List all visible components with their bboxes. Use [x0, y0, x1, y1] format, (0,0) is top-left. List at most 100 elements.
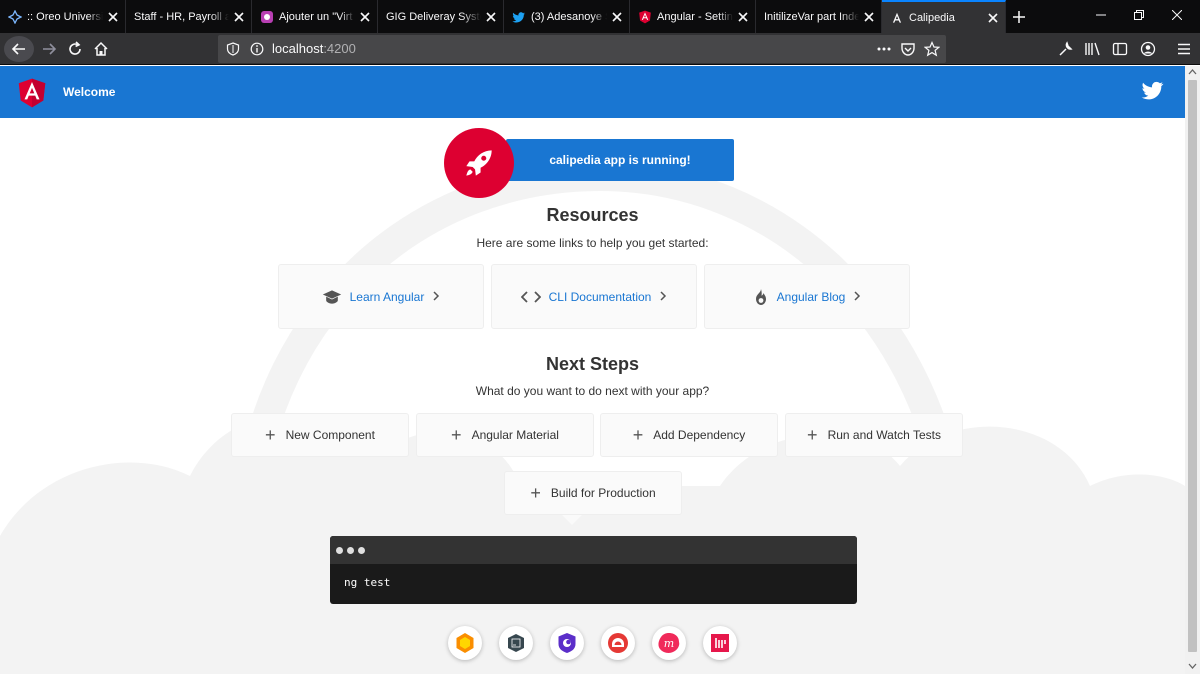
plus-icon: +	[632, 425, 644, 445]
tab-title: Angular - Settin	[657, 10, 733, 23]
rocket-badge	[444, 128, 514, 198]
next-steps-heading: Next Steps	[545, 354, 640, 374]
close-icon[interactable]	[359, 11, 371, 23]
plus-icon	[1013, 10, 1025, 23]
browser-tab[interactable]: (3) Adesanoye S	[504, 0, 630, 33]
plus-icon: +	[451, 425, 462, 445]
gitter-icon	[711, 634, 729, 652]
sidebar-icon[interactable]	[1112, 41, 1128, 57]
protractor-link[interactable]	[601, 626, 635, 660]
forward-button[interactable]	[36, 36, 62, 62]
back-button[interactable]	[4, 36, 34, 62]
close-icon[interactable]	[987, 12, 999, 24]
school-icon	[322, 289, 342, 305]
close-icon[interactable]	[107, 11, 119, 23]
pocket-icon[interactable]	[900, 41, 916, 57]
new-component-button[interactable]: + New Component	[231, 413, 409, 457]
url-port: :4200	[323, 41, 356, 56]
address-bar[interactable]: localhost:4200	[218, 35, 946, 63]
new-tab-button[interactable]	[1006, 0, 1032, 33]
app-running-text: calipedia app is running!	[549, 153, 691, 167]
scroll-down-arrow-icon[interactable]	[1188, 662, 1197, 670]
resources-subtitle: Here are some links to help you get star…	[476, 236, 709, 250]
close-icon[interactable]	[611, 11, 623, 23]
chevron-right-icon	[853, 290, 861, 304]
scroll-thumb[interactable]	[1188, 80, 1197, 652]
angular-favicon-icon	[638, 10, 652, 24]
build-production-button[interactable]: + Build for Production	[504, 471, 682, 515]
close-icon[interactable]	[233, 11, 245, 23]
tab-strip: :: Oreo Universit Staff - HR, Payroll a …	[0, 0, 1200, 33]
plus-icon: +	[807, 425, 818, 445]
resources-heading: Resources	[546, 205, 639, 225]
info-icon[interactable]	[250, 42, 264, 56]
terminal-box: ng test	[330, 536, 857, 604]
cli-documentation-label: CLI Documentation	[548, 289, 652, 304]
browser-tab[interactable]: Angular - Settin	[630, 0, 756, 33]
shield-icon[interactable]	[226, 42, 240, 56]
animations-link[interactable]	[448, 626, 482, 660]
run-watch-tests-button[interactable]: + Run and Watch Tests	[785, 413, 963, 457]
learn-angular-link[interactable]: Learn Angular	[278, 264, 484, 329]
tab-title: Calipedia	[909, 11, 955, 24]
tab-title: Staff - HR, Payroll a	[134, 10, 229, 23]
more-dots-icon[interactable]	[876, 44, 892, 54]
code-icon	[520, 290, 541, 304]
twitter-icon[interactable]	[1140, 78, 1166, 102]
browser-tab[interactable]: Staff - HR, Payroll a	[126, 0, 252, 33]
add-dependency-button[interactable]: + Add Dependency	[600, 413, 778, 457]
browser-tab[interactable]: GIG Deliveray Syster	[378, 0, 504, 33]
terminal-dot	[358, 547, 365, 554]
cli-documentation-link[interactable]: CLI Documentation	[491, 264, 697, 329]
navigation-toolbar: localhost:4200	[0, 33, 1200, 65]
new-component-label: New Component	[285, 428, 375, 442]
close-icon[interactable]	[737, 11, 749, 23]
terminal-command: ng test	[344, 576, 391, 589]
meetup-link[interactable]: m	[652, 626, 686, 660]
angular-blog-label: Angular Blog	[776, 289, 846, 304]
reload-button[interactable]	[62, 36, 88, 62]
twitter-favicon-icon	[512, 10, 526, 24]
page-viewport: Welcome calipedia app is running! Resour…	[0, 66, 1185, 674]
wrench-icon[interactable]	[1058, 41, 1074, 57]
selected-caret-icon	[562, 515, 582, 525]
animations-icon	[456, 633, 474, 653]
cli-link[interactable]	[499, 626, 533, 660]
home-icon	[94, 41, 108, 56]
account-icon[interactable]	[1140, 41, 1156, 57]
tab-title: :: Oreo Universit	[27, 10, 103, 23]
library-icon[interactable]	[1084, 41, 1102, 57]
home-button[interactable]	[88, 36, 114, 62]
gitter-link[interactable]	[703, 626, 737, 660]
browser-tab[interactable]: :: Oreo Universit	[0, 0, 126, 33]
rocket-icon	[466, 150, 492, 176]
plus-icon: +	[265, 425, 276, 445]
augury-link[interactable]	[550, 626, 584, 660]
chevron-right-icon	[432, 290, 440, 304]
close-icon[interactable]	[863, 11, 875, 23]
toolbar-title: Welcome	[63, 85, 116, 99]
scroll-up-arrow-icon[interactable]	[1188, 68, 1197, 76]
terminal-header	[330, 536, 857, 564]
app-running-banner: calipedia app is running!	[506, 139, 734, 181]
angular-blog-link[interactable]: Angular Blog	[704, 264, 910, 329]
tab-title: Ajouter un "Virt	[279, 10, 353, 23]
browser-tab[interactable]: Ajouter un "Virt	[252, 0, 378, 33]
add-dependency-label: Add Dependency	[653, 428, 746, 442]
run-watch-tests-label: Run and Watch Tests	[827, 428, 941, 442]
angular-material-button[interactable]: + Angular Material	[416, 413, 594, 457]
angular-favicon-icon	[890, 11, 904, 25]
close-window-button[interactable]	[1154, 0, 1200, 30]
browser-tab[interactable]: InitilizeVar part Inde	[756, 0, 882, 33]
tab-title: GIG Deliveray Syster	[386, 10, 481, 23]
bookmark-star-icon[interactable]	[924, 41, 940, 57]
menu-icon[interactable]	[1176, 41, 1192, 57]
url-host: localhost	[272, 41, 324, 56]
url-text[interactable]: localhost:4200	[272, 41, 356, 56]
page-scrollbar[interactable]	[1185, 66, 1200, 674]
build-production-label: Build for Production	[550, 486, 656, 500]
close-icon[interactable]	[485, 11, 497, 23]
svg-text:m: m	[664, 637, 674, 650]
tab-title: InitilizeVar part Inde	[764, 10, 859, 23]
browser-tab-active[interactable]: Calipedia	[882, 0, 1006, 33]
